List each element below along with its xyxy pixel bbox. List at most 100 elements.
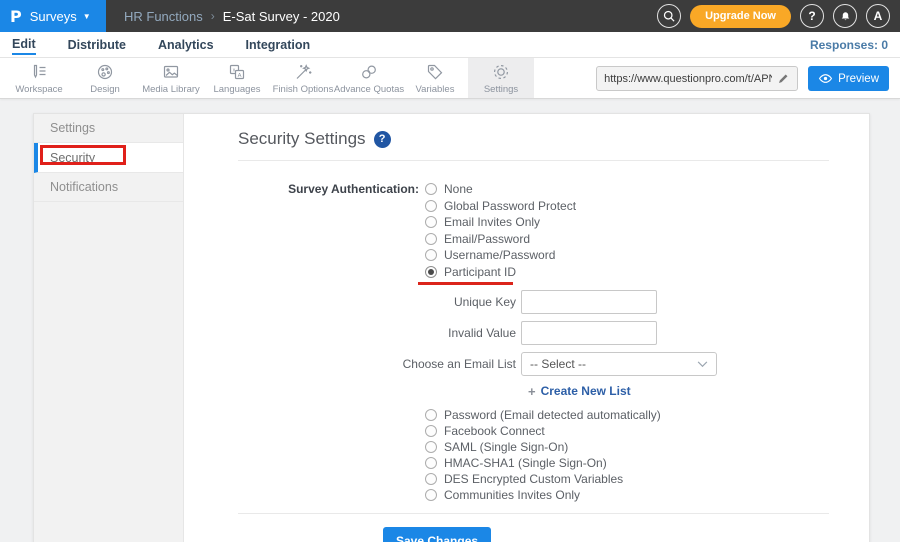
save-changes-button[interactable]: Save Changes [383,527,491,542]
email-list-select[interactable]: -- Select -- [521,352,717,376]
toolbar-item-design[interactable]: Design [72,58,138,98]
surveys-menu[interactable]: P Surveys ▼ [0,0,106,32]
notifications-button[interactable] [833,4,857,28]
radio-icon[interactable] [425,216,437,228]
toolbar-item-label: Finish Options [273,84,334,95]
radio-icon[interactable] [425,489,437,501]
toolbar-item-media-library[interactable]: Media Library [138,58,204,98]
radio-option-facebook-connect[interactable]: Facebook Connect [425,423,829,439]
radio-selected-icon[interactable] [425,266,437,278]
toolbar-item-label: Advance Quotas [334,84,404,95]
toolbar-item-variables[interactable]: Variables [402,58,468,98]
radio-icon[interactable] [425,249,437,261]
languages-icon: xA [227,62,247,82]
account-avatar[interactable]: A [866,4,890,28]
annotation-red-underline [418,282,513,285]
tab-edit[interactable]: Edit [12,34,36,55]
unique-key-input[interactable] [521,290,657,314]
radio-label: Username/Password [444,248,555,262]
toolbar-item-label: Settings [484,84,518,95]
radio-option-username-password[interactable]: Username/Password [425,247,576,264]
survey-authentication-label: Survey Authentication: [238,181,419,286]
radio-option-email-password[interactable]: Email/Password [425,231,576,248]
toolbar-item-label: Variables [416,84,455,95]
breadcrumb-parent[interactable]: HR Functions [124,9,203,24]
invalid-value-input[interactable] [521,321,657,345]
tab-analytics[interactable]: Analytics [158,35,214,54]
radio-option-global-password[interactable]: Global Password Protect [425,198,576,215]
security-settings-panel: Security Settings ? Survey Authenticatio… [184,114,869,542]
sidebar-item-security-label: Security [50,151,95,165]
topbar: P Surveys ▼ HR Functions › E-Sat Survey … [0,0,900,32]
svg-text:A: A [238,72,242,78]
radio-option-communities-invites[interactable]: Communities Invites Only [425,487,829,503]
chevron-down-icon: ▼ [83,12,91,21]
email-list-selected-value: -- Select -- [530,357,697,371]
radio-option-password-auto[interactable]: Password (Email detected automatically) [425,407,829,423]
sidebar-item-notifications[interactable]: Notifications [34,173,183,202]
surveys-menu-label: Surveys [30,9,77,24]
breadcrumb-current: E-Sat Survey - 2020 [223,9,340,24]
settings-sidebar: Settings Security Notifications [34,114,184,542]
questionpro-logo-icon: P [10,7,22,26]
create-new-list-link[interactable]: + Create New List [528,383,829,399]
sidebar-item-security[interactable]: Security [34,143,183,173]
responses-count[interactable]: Responses: 0 [810,38,888,52]
radio-icon[interactable] [425,425,437,437]
radio-label: Password (Email detected automatically) [444,408,661,422]
radio-icon[interactable] [425,183,437,195]
radio-label: Facebook Connect [444,424,545,438]
radio-label: SAML (Single Sign-On) [444,440,568,454]
divider [238,513,829,514]
toolbar-item-settings[interactable]: Settings [468,58,534,98]
bell-icon [839,10,852,23]
radio-icon[interactable] [425,233,437,245]
survey-url-field[interactable]: https://www.questionpro.com/t/APNrFZ [596,66,798,91]
radio-option-des-encrypted[interactable]: DES Encrypted Custom Variables [425,471,829,487]
radio-icon[interactable] [425,457,437,469]
security-form: Survey Authentication: None Global Passw… [238,181,829,542]
edit-pencil-icon[interactable] [777,72,790,85]
radio-label: Communities Invites Only [444,488,580,502]
radio-option-hmac-sha1[interactable]: HMAC-SHA1 (Single Sign-On) [425,455,829,471]
email-list-label: Choose an Email List [238,357,521,371]
media-library-icon [161,62,181,82]
radio-label: Participant ID [444,265,516,279]
help-circle-icon[interactable]: ? [374,131,391,148]
preview-button-label: Preview [838,73,879,85]
toolbar-item-languages[interactable]: xA Languages [204,58,270,98]
radio-label: Email Invites Only [444,215,540,229]
edit-toolbar: Workspace Design Media Library xA Langua… [0,58,900,99]
radio-option-saml[interactable]: SAML (Single Sign-On) [425,439,829,455]
sidebar-item-settings[interactable]: Settings [34,114,183,143]
radio-label: None [444,182,473,196]
participant-id-fields: Unique Key Invalid Value Choose an Email… [238,290,829,399]
radio-icon[interactable] [425,200,437,212]
preview-button[interactable]: Preview [808,66,889,91]
auth-options-list-secondary: Password (Email detected automatically) … [425,407,829,503]
radio-option-none[interactable]: None [425,181,576,198]
breadcrumb-separator-icon: › [211,9,215,23]
page-title: Security Settings [238,129,366,149]
search-button[interactable] [657,4,681,28]
toolbar-item-advance-quotas[interactable]: Advance Quotas [336,58,402,98]
radio-option-email-invites[interactable]: Email Invites Only [425,214,576,231]
toolbar-item-finish-options[interactable]: Finish Options [270,58,336,98]
divider [238,160,829,161]
help-button[interactable]: ? [800,4,824,28]
tab-distribute[interactable]: Distribute [68,35,126,54]
unique-key-label: Unique Key [238,295,521,309]
design-icon [95,62,115,82]
svg-text:x: x [233,67,236,73]
eye-icon [818,73,833,84]
plus-icon: + [528,384,536,399]
radio-icon[interactable] [425,441,437,453]
radio-icon[interactable] [425,409,437,421]
variables-icon [425,62,445,82]
upgrade-now-button[interactable]: Upgrade Now [690,5,791,28]
radio-icon[interactable] [425,473,437,485]
toolbar-item-workspace[interactable]: Workspace [6,58,72,98]
radio-option-participant-id[interactable]: Participant ID [425,264,576,281]
page-content: Settings Security Notifications Security… [0,99,900,542]
tab-integration[interactable]: Integration [246,35,311,54]
